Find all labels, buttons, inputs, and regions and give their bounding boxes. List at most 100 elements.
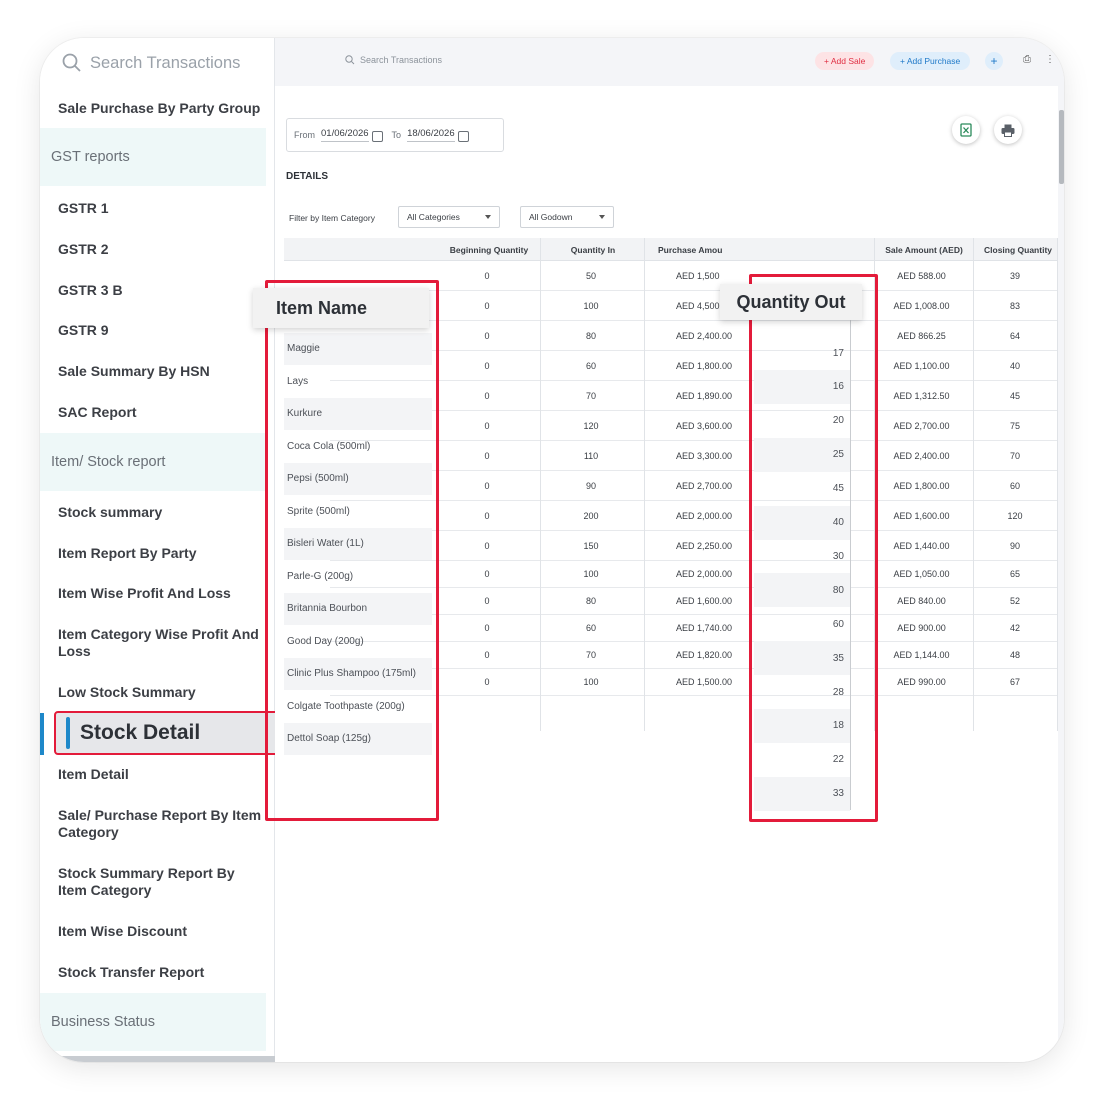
excel-export-button[interactable] bbox=[952, 116, 980, 144]
sidebar-item[interactable]: GSTR 1 bbox=[58, 200, 266, 217]
table-row[interactable]: 0 80 AED 2,400.00 AED 866.25 64 bbox=[330, 321, 1058, 351]
sidebar-item[interactable]: Stock Summary Report By Item Category bbox=[58, 865, 266, 899]
table-row[interactable]: 0 100 AED 4,500.00 AED 1,008.00 83 bbox=[330, 291, 1058, 321]
table-row[interactable]: 0 150 AED 2,250.00 AED 1,440.00 90 bbox=[330, 531, 1058, 561]
column-divider bbox=[1057, 238, 1058, 731]
table-row[interactable]: 0 110 AED 3,300.00 AED 2,400.00 70 bbox=[330, 441, 1058, 471]
table-row[interactable]: 0 50 AED 1,500 AED 588.00 39 bbox=[330, 261, 1058, 291]
table-cell-closing: 83 bbox=[1009, 300, 1020, 311]
table-row[interactable]: 0 120 AED 3,600.00 AED 2,700.00 75 bbox=[330, 411, 1058, 441]
table-cell-sale: AED 1,050.00 bbox=[893, 569, 950, 579]
printer-icon bbox=[1001, 124, 1015, 137]
table-row[interactable]: 0 60 AED 1,740.00 AED 900.00 42 bbox=[330, 615, 1058, 642]
godown-select-value: All Godown bbox=[529, 212, 573, 222]
table-cell-qin: 110 bbox=[583, 450, 599, 461]
table-cell-begin: 0 bbox=[484, 623, 490, 633]
table-cell-begin: 0 bbox=[484, 390, 490, 401]
quantity-out-highlight bbox=[749, 274, 878, 822]
sidebar-item[interactable]: GSTR 2 bbox=[58, 241, 266, 258]
table-cell-sale: AED 2,700.00 bbox=[893, 420, 950, 431]
add-more-button[interactable]: + bbox=[985, 52, 1003, 70]
sidebar-item[interactable]: Sale Purchase By Party Group bbox=[58, 100, 266, 117]
report-content: From 01/06/2026 To 18/06/2026 DETAILS Fi… bbox=[253, 86, 1058, 1062]
sidebar-item[interactable]: Item Wise Discount bbox=[58, 923, 266, 940]
table-cell-qin: 50 bbox=[585, 270, 596, 281]
from-date-input[interactable]: 01/06/2026 bbox=[321, 128, 369, 142]
calendar-icon[interactable] bbox=[457, 130, 469, 142]
add-purchase-button[interactable]: + Add Purchase bbox=[890, 52, 971, 70]
table-cell-begin: 0 bbox=[484, 650, 490, 660]
add-sale-button[interactable]: + Add Sale bbox=[815, 52, 875, 70]
topbar-search[interactable]: Search Transactions bbox=[345, 55, 442, 65]
sidebar-item[interactable]: Stock Transfer Report bbox=[58, 964, 266, 981]
sidebar-item[interactable]: Item Wise Profit And Loss bbox=[58, 585, 266, 602]
sidebar-item-stock-detail[interactable]: Stock Detail bbox=[54, 711, 284, 755]
column-header-beginning[interactable]: Beginning Quantity bbox=[437, 238, 541, 261]
table-cell-closing: 52 bbox=[1009, 596, 1020, 606]
table-row[interactable]: 0 200 AED 2,000.00 AED 1,600.00 120 bbox=[330, 501, 1058, 531]
sidebar-item[interactable]: Sale Summary By HSN bbox=[58, 363, 266, 380]
print-icon[interactable]: ⎙ bbox=[1023, 54, 1031, 65]
table-cell-sale: AED 866.25 bbox=[897, 330, 946, 341]
table-row[interactable]: 0 70 AED 1,820.00 AED 1,144.00 48 bbox=[330, 642, 1058, 669]
scrollbar[interactable] bbox=[1059, 110, 1064, 184]
table-cell-begin: 0 bbox=[484, 270, 490, 281]
godown-select[interactable]: All Godown bbox=[520, 206, 614, 228]
table-cell-begin: 0 bbox=[484, 480, 490, 491]
table-cell-sale: AED 840.00 bbox=[897, 596, 946, 606]
sidebar-item[interactable]: SAC Report bbox=[58, 404, 266, 421]
column-divider bbox=[973, 238, 974, 731]
sidebar-item[interactable]: GSTR 3 B bbox=[58, 282, 266, 299]
table-row[interactable]: 0 80 AED 1,600.00 AED 840.00 52 bbox=[330, 588, 1058, 615]
sidebar-item[interactable]: Item Detail bbox=[58, 766, 266, 783]
table-cell-closing: 120 bbox=[1007, 510, 1023, 521]
sidebar-item-label: Stock Detail bbox=[80, 721, 201, 744]
table-cell-closing: 40 bbox=[1009, 360, 1020, 371]
table-cell-sale: AED 1,600.00 bbox=[893, 510, 950, 521]
table-cell-sale: AED 588.00 bbox=[897, 270, 946, 281]
to-label: To bbox=[391, 130, 402, 140]
table-cell-sale: AED 900.00 bbox=[897, 623, 946, 633]
sidebar-item[interactable]: Stock summary bbox=[58, 504, 266, 521]
column-header-quantity-in[interactable]: Quantity In bbox=[541, 238, 645, 261]
table-cell-qin: 70 bbox=[585, 650, 596, 660]
sidebar-group-item-stock[interactable]: Item/ Stock report bbox=[40, 433, 266, 491]
table-cell-closing: 48 bbox=[1009, 650, 1020, 660]
search-icon bbox=[62, 53, 81, 72]
column-divider bbox=[540, 238, 541, 731]
more-icon[interactable]: ⋮ bbox=[1045, 54, 1055, 65]
sidebar-item[interactable]: Low Stock Summary bbox=[58, 684, 266, 701]
column-header-sale-amount[interactable]: Sale Amount (AED) bbox=[874, 238, 974, 261]
sidebar-search[interactable]: Search Transactions bbox=[62, 48, 240, 78]
sidebar-scrollbar[interactable] bbox=[40, 1056, 275, 1062]
date-range[interactable]: From 01/06/2026 To 18/06/2026 bbox=[286, 118, 504, 152]
column-header-purchase[interactable]: Purchase Amou bbox=[645, 238, 745, 261]
to-date-input[interactable]: 18/06/2026 bbox=[407, 128, 455, 142]
calendar-icon[interactable] bbox=[371, 130, 383, 142]
table-cell-qin: 120 bbox=[583, 420, 599, 431]
sidebar-item[interactable]: GSTR 9 bbox=[58, 322, 266, 339]
column-divider bbox=[644, 238, 645, 731]
table-row[interactable]: 0 100 AED 1,500.00 AED 990.00 67 bbox=[330, 669, 1058, 696]
column-header-closing[interactable]: Closing Quantity bbox=[974, 238, 1062, 261]
sidebar-item[interactable]: Item Category Wise Profit And Loss bbox=[58, 626, 266, 660]
print-button[interactable] bbox=[994, 116, 1022, 144]
table-cell-qin: 100 bbox=[583, 677, 599, 687]
table-row[interactable]: 0 70 AED 1,890.00 AED 1,312.50 45 bbox=[330, 381, 1058, 411]
sidebar-group-gst[interactable]: GST reports bbox=[40, 128, 266, 186]
sidebar-item[interactable]: Item Report By Party bbox=[58, 545, 266, 562]
table-cell-sale: AED 1,100.00 bbox=[893, 360, 950, 371]
table-cell-qin: 80 bbox=[585, 596, 596, 606]
sidebar-group-business[interactable]: Business Status bbox=[40, 993, 266, 1051]
table-cell-begin: 0 bbox=[484, 330, 490, 341]
excel-icon bbox=[960, 123, 972, 137]
table-cell-closing: 39 bbox=[1009, 270, 1020, 281]
sidebar-item[interactable]: Sale/ Purchase Report By Item Category bbox=[58, 807, 266, 841]
category-select[interactable]: All Categories bbox=[398, 206, 500, 228]
table-row[interactable]: 0 100 AED 2,000.00 AED 1,050.00 65 bbox=[330, 561, 1058, 588]
active-accent bbox=[66, 717, 70, 749]
main-panel: Search Transactions + Add Sale + Add Pur… bbox=[253, 38, 1064, 1062]
table-cell-sale: AED 1,008.00 bbox=[893, 300, 950, 311]
table-row[interactable]: 0 60 AED 1,800.00 AED 1,100.00 40 bbox=[330, 351, 1058, 381]
table-row[interactable]: 0 90 AED 2,700.00 AED 1,800.00 60 bbox=[330, 471, 1058, 501]
